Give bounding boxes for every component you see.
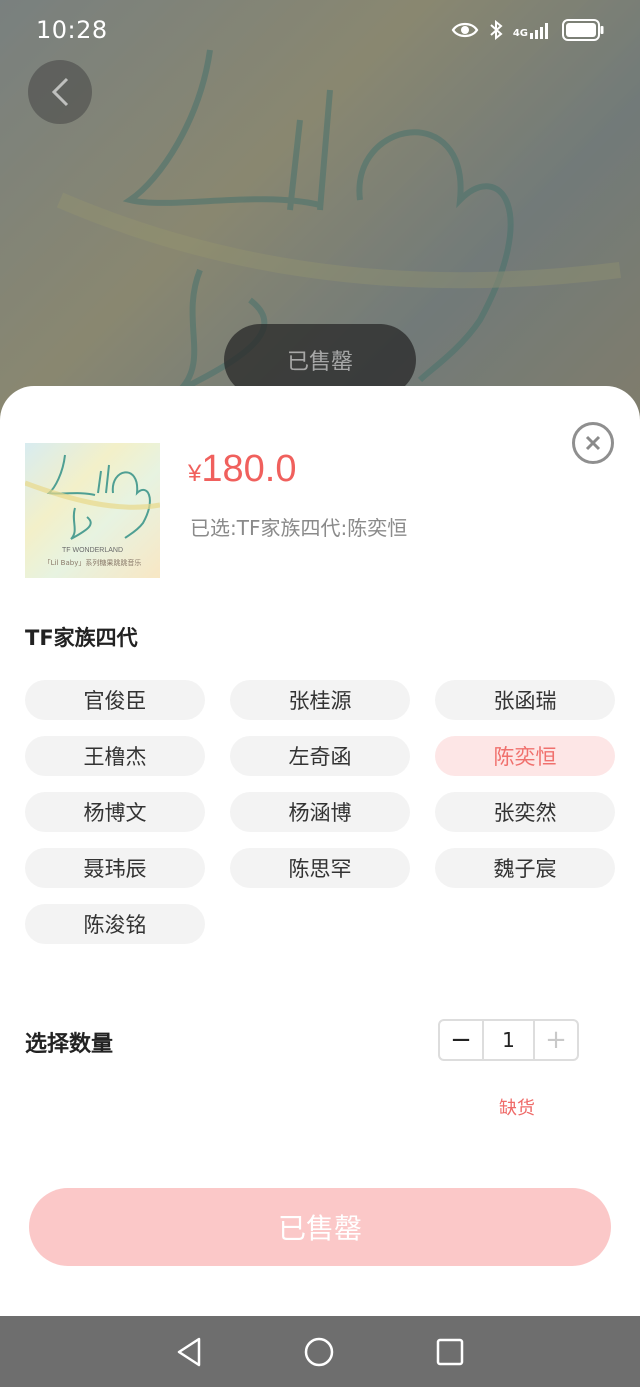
variant-option[interactable]: 陈思罕 bbox=[230, 848, 410, 888]
back-icon bbox=[51, 77, 69, 107]
variant-option[interactable]: 王橹杰 bbox=[25, 736, 205, 776]
bluetooth-icon bbox=[490, 20, 503, 40]
variant-options: 官俊臣 张桂源 张函瑞 王橹杰 左奇函 陈奕恒 杨博文 杨涵博 张奕然 聂玮辰 … bbox=[25, 680, 615, 944]
variant-option[interactable]: 魏子宸 bbox=[435, 848, 615, 888]
signal-icon: 4G bbox=[513, 21, 552, 39]
variant-option[interactable]: 陈浚铭 bbox=[25, 904, 205, 944]
sold-out-button[interactable]: 已售罄 bbox=[29, 1188, 611, 1266]
selected-variant-text: 已选:TF家族四代:陈奕恒 bbox=[190, 516, 408, 540]
variant-option[interactable]: 聂玮辰 bbox=[25, 848, 205, 888]
sku-selector-sheet: TF WONDERLAND 「Lil Baby」系列糖果跳跳音乐 ¥180.0 … bbox=[0, 386, 640, 1316]
variant-option[interactable]: 左奇函 bbox=[230, 736, 410, 776]
close-icon bbox=[585, 435, 601, 451]
increment-button[interactable]: + bbox=[535, 1021, 577, 1059]
product-thumbnail: TF WONDERLAND 「Lil Baby」系列糖果跳跳音乐 bbox=[25, 443, 160, 578]
back-button[interactable] bbox=[28, 60, 92, 124]
variant-option[interactable]: 张桂源 bbox=[230, 680, 410, 720]
currency-symbol: ¥ bbox=[188, 460, 202, 487]
variant-option[interactable]: 张奕然 bbox=[435, 792, 615, 832]
variant-option[interactable]: 杨涵博 bbox=[230, 792, 410, 832]
variant-option[interactable]: 杨博文 bbox=[25, 792, 205, 832]
close-button[interactable] bbox=[572, 422, 614, 464]
thumbnail-caption-1: TF WONDERLAND bbox=[61, 547, 124, 554]
decrement-button[interactable]: − bbox=[440, 1021, 482, 1059]
quantity-input[interactable]: 1 bbox=[482, 1021, 535, 1059]
nav-home-icon[interactable] bbox=[303, 1336, 335, 1368]
system-nav-bar bbox=[0, 1316, 640, 1387]
quantity-stepper: − 1 + bbox=[438, 1019, 579, 1061]
battery-icon bbox=[562, 19, 604, 41]
status-time: 10:28 bbox=[36, 16, 108, 44]
nav-recents-icon[interactable] bbox=[435, 1337, 465, 1367]
stock-status: 缺货 bbox=[499, 1098, 535, 1119]
quantity-label: 选择数量 bbox=[25, 1032, 114, 1057]
variant-option[interactable]: 官俊臣 bbox=[25, 680, 205, 720]
thumbnail-caption-2: 「Lil Baby」系列糖果跳跳音乐 bbox=[43, 559, 142, 567]
variant-option-selected[interactable]: 陈奕恒 bbox=[435, 736, 615, 776]
variant-group-title: TF家族四代 bbox=[25, 626, 138, 650]
nav-back-icon[interactable] bbox=[175, 1336, 203, 1368]
price-value: 180.0 bbox=[201, 448, 297, 490]
thumbnail-artwork bbox=[25, 454, 160, 540]
status-bar: 10:28 4G bbox=[0, 0, 640, 60]
variant-option[interactable]: 张函瑞 bbox=[435, 680, 615, 720]
status-icons: 4G bbox=[451, 19, 604, 41]
product-price: ¥180.0 bbox=[188, 448, 296, 491]
network-type: 4G bbox=[512, 28, 528, 39]
eye-icon bbox=[451, 22, 479, 38]
